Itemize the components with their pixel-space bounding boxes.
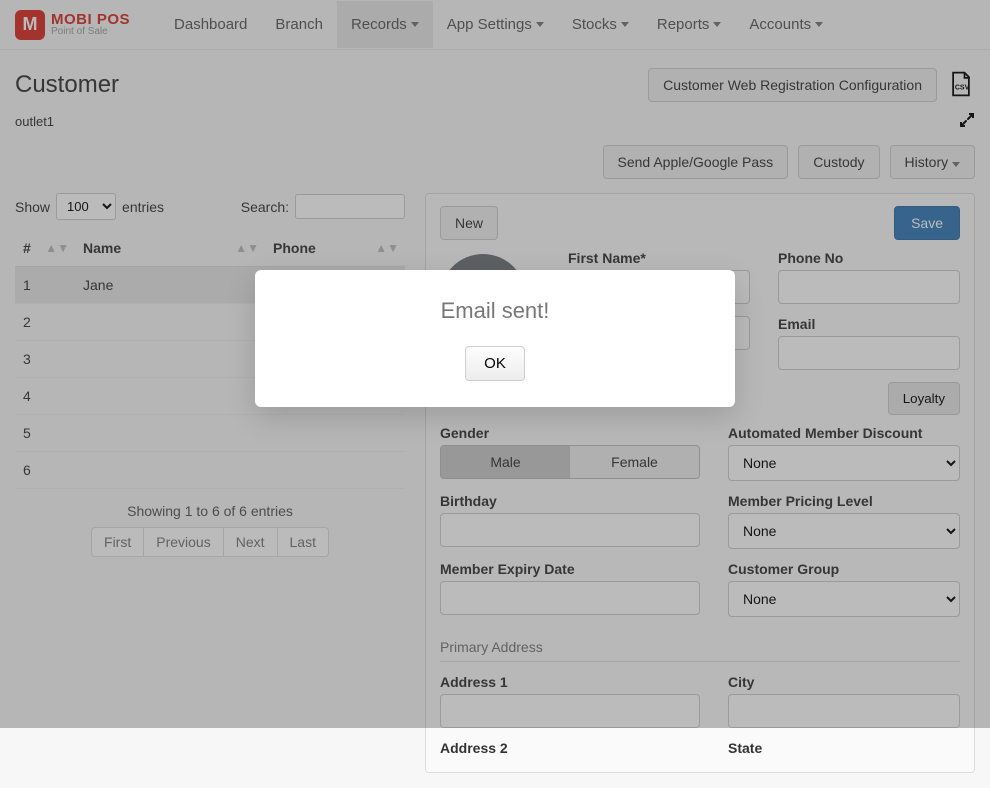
- modal-ok-button[interactable]: OK: [465, 346, 525, 381]
- address2-label: Address 2: [440, 740, 700, 756]
- modal-title: Email sent!: [275, 298, 715, 324]
- state-label: State: [728, 740, 960, 756]
- modal-overlay: Email sent! OK: [0, 0, 990, 728]
- email-sent-modal: Email sent! OK: [255, 270, 735, 407]
